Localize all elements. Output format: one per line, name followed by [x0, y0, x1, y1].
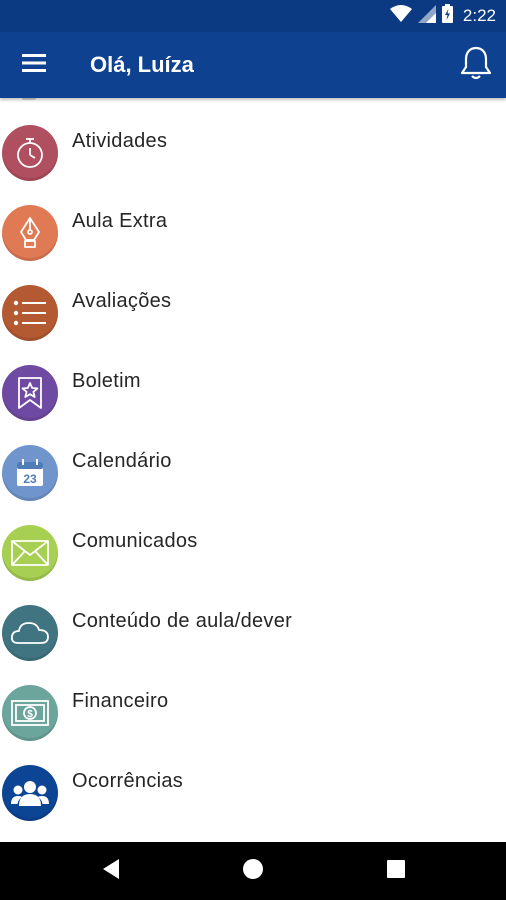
hamburger-menu-icon: [22, 53, 46, 78]
wifi-icon: [389, 4, 412, 28]
back-button[interactable]: [93, 853, 129, 889]
system-nav-bar: [0, 842, 506, 900]
list-icon: [2, 285, 58, 341]
cell-signal-icon: [417, 4, 436, 28]
menu-list: Atividades Aula Extra Avaliações Boletim…: [0, 112, 506, 832]
users-group-icon: [2, 765, 58, 821]
menu-item-label: Conteúdo de aula/dever: [72, 610, 293, 632]
menu-list-container[interactable]: Atividades Aula Extra Avaliações Boletim…: [0, 98, 506, 842]
calendar-day-text: 23: [23, 472, 37, 486]
menu-item-label: Atividades: [72, 130, 168, 152]
back-triangle-icon: [101, 858, 121, 885]
status-bar: 2:22: [0, 0, 506, 32]
menu-item-boletim[interactable]: Boletim: [0, 352, 506, 432]
hamburger-menu-button[interactable]: [14, 47, 54, 83]
envelope-icon: [2, 525, 58, 581]
menu-item-conteudo[interactable]: Conteúdo de aula/dever: [0, 592, 506, 672]
calendar-icon: 23: [2, 445, 58, 501]
menu-item-atividades[interactable]: Atividades: [0, 112, 506, 192]
fountain-pen-icon: [2, 205, 58, 261]
stopwatch-icon: [2, 125, 58, 181]
menu-item-label: Financeiro: [72, 690, 169, 712]
menu-item-label: Aula Extra: [72, 210, 168, 232]
page-title: Olá, Luíza: [90, 52, 194, 77]
menu-item-comunicados[interactable]: Comunicados: [0, 512, 506, 592]
svg-text:$: $: [27, 709, 33, 720]
menu-item-label: Comunicados: [72, 530, 198, 552]
menu-item-financeiro[interactable]: $ Financeiro: [0, 672, 506, 752]
menu-item-avaliacoes[interactable]: Avaliações: [0, 272, 506, 352]
cloud-icon: [2, 605, 58, 661]
menu-item-label: Avaliações: [72, 290, 172, 312]
recents-square-icon: [386, 859, 406, 884]
previous-item-edge: [22, 98, 36, 100]
menu-item-ocorrencias[interactable]: Ocorrências: [0, 752, 506, 832]
home-circle-icon: [242, 858, 264, 885]
menu-item-aula-extra[interactable]: Aula Extra: [0, 192, 506, 272]
menu-item-label: Boletim: [72, 370, 141, 392]
menu-item-label: Ocorrências: [72, 770, 184, 792]
recents-button[interactable]: [378, 853, 414, 889]
bell-icon: [459, 45, 493, 86]
money-bill-icon: $: [2, 685, 58, 741]
menu-item-calendario[interactable]: 23 Calendário: [0, 432, 506, 512]
menu-item-label: Calendário: [72, 450, 172, 472]
battery-icon: [441, 4, 453, 28]
home-button[interactable]: [235, 853, 271, 889]
app-bar: Olá, Luíza: [0, 32, 506, 98]
star-ribbon-icon: [2, 365, 58, 421]
notifications-button[interactable]: [456, 45, 496, 85]
status-time: 2:22: [462, 6, 496, 25]
status-icons: 2:22: [389, 4, 496, 28]
